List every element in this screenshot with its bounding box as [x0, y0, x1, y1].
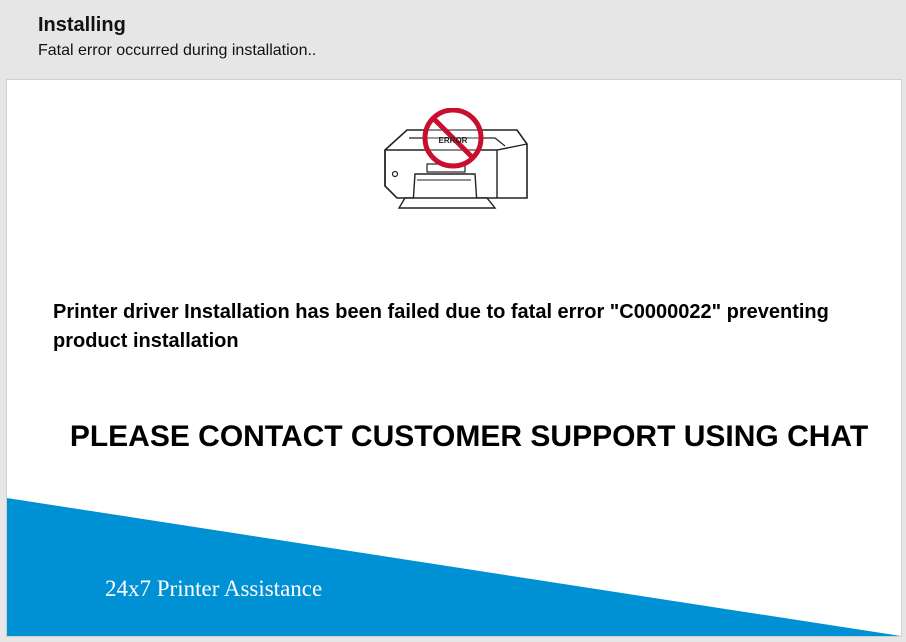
- content-panel: ERROR Printer driver Installation has be…: [6, 79, 902, 637]
- brand-text: 24x7 Printer Assistance: [105, 576, 323, 601]
- installer-window: Installing Fatal error occurred during i…: [0, 0, 906, 642]
- status-subtitle: Fatal error occurred during installation…: [38, 42, 317, 59]
- error-message: Printer driver Installation has been fai…: [53, 301, 829, 352]
- error-label: ERROR: [439, 136, 468, 145]
- printer-error-icon: ERROR: [384, 108, 528, 209]
- page-title: Installing: [38, 14, 126, 36]
- installer-header: Installing Fatal error occurred during i…: [0, 0, 906, 78]
- support-message: PLEASE CONTACT CUSTOMER SUPPORT USING CH…: [69, 420, 869, 453]
